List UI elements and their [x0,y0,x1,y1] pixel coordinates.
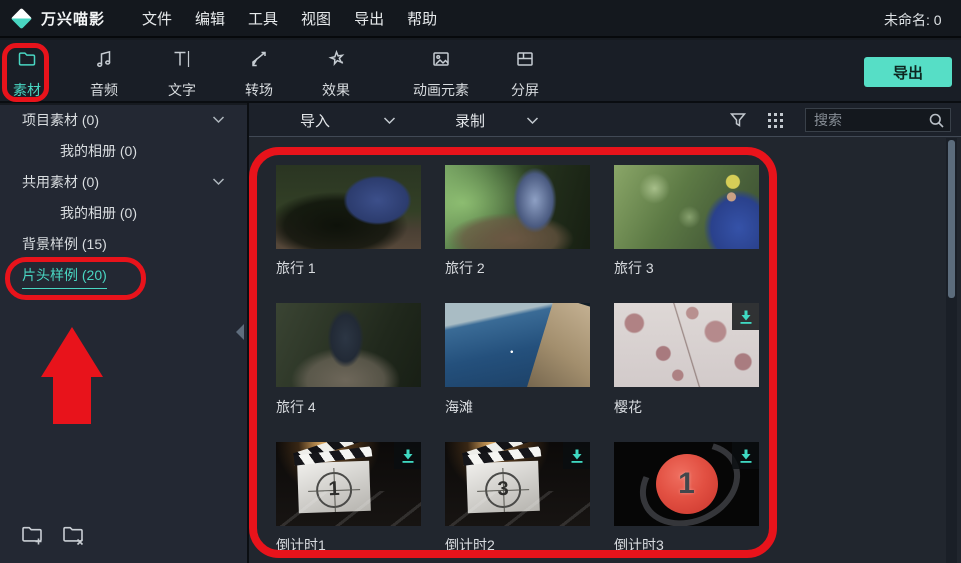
media-thumbnail-countdown-1[interactable]: 1 [276,442,421,526]
download-icon[interactable] [563,303,590,330]
tab-audio-label: 音频 [90,82,118,98]
tab-text-label: 文字 [168,82,196,98]
menu-bar: 文件 编辑 工具 视图 导出 帮助 [142,8,437,29]
download-icon[interactable] [394,442,421,469]
transition-icon [252,51,266,67]
search-box [805,108,951,132]
chevron-down-icon [383,117,396,125]
sidebar-item-shared-media[interactable]: 共用素材 (0) [0,167,247,198]
clapperboard-graphic: 3 [461,442,542,514]
record-dropdown[interactable]: 录制 [455,103,539,137]
thumbnail-label: 旅行 2 [445,260,485,276]
tab-elements[interactable]: 动画元素 [403,48,479,100]
music-note-icon [97,50,111,67]
folder-actions [20,523,88,547]
menu-export[interactable]: 导出 [354,8,384,29]
tab-split-screen-label: 分屏 [511,82,539,98]
chevron-down-icon [212,116,225,124]
split-screen-icon [517,52,533,66]
sidebar-item-background-samples[interactable]: 背景样例 (15) [0,229,247,260]
media-thumbnail-beach[interactable] [445,303,590,387]
sidebar-item-my-album-2[interactable]: 我的相册 (0) [0,198,247,229]
app-logo: 万兴喵影 [10,7,106,29]
app-name: 万兴喵影 [41,10,106,28]
record-label: 录制 [455,112,486,130]
thumbnail-label: 倒计时1 [276,537,326,553]
add-folder-icon[interactable] [20,523,47,547]
media-content-panel: 导入 录制 旅行 1 旅行 2 旅行 3 旅行 4 海滩 [247,103,961,563]
tab-text[interactable]: 文字 [155,48,209,100]
tab-split-screen[interactable]: 分屏 [498,48,552,100]
tab-media[interactable]: 素材 [3,48,51,100]
countdown-number: 3 [497,477,510,501]
filter-icon[interactable] [729,111,747,134]
effects-star-icon [328,49,345,66]
menu-edit[interactable]: 编辑 [195,8,225,29]
top-menu-bar: 万兴喵影 文件 编辑 工具 视图 导出 帮助 未命名: 0 [0,0,961,38]
scrollbar-track[interactable] [946,138,957,563]
app-logo-icon [10,7,33,29]
media-thumbnail-travel-1[interactable] [276,165,421,249]
chevron-down-icon [212,178,225,186]
tab-media-label: 素材 [13,82,41,98]
media-thumbnail-travel-3[interactable] [614,165,759,249]
media-thumbnail-travel-4[interactable] [276,303,421,387]
download-icon[interactable] [563,442,590,469]
thumbnail-label: 旅行 4 [276,399,316,415]
countdown-number: 1 [328,477,341,501]
media-thumbnail-countdown-3[interactable]: 1 [614,442,759,526]
thumbnail-label: 旅行 1 [276,260,316,276]
tab-effects[interactable]: 效果 [309,48,363,100]
sidebar-item-label: 共用素材 (0) [22,174,99,190]
download-icon[interactable] [732,303,759,330]
folder-icon [18,52,36,66]
sidebar-item-label: 我的相册 (0) [60,143,137,159]
sidebar-item-label: 我的相册 (0) [60,205,137,221]
tab-transitions[interactable]: 转场 [232,48,286,100]
media-thumbnail-sakura[interactable] [614,303,759,387]
countdown-circle-graphic: 1 [655,454,718,514]
sidebar-item-label: 背景样例 (15) [22,236,107,252]
tab-transitions-label: 转场 [245,82,273,98]
thumbnail-label: 倒计时2 [445,537,495,553]
text-icon [174,51,190,67]
grid-view-icon[interactable] [766,111,785,135]
tab-audio[interactable]: 音频 [77,48,131,100]
tab-effects-label: 效果 [322,82,350,98]
thumbnail-label: 倒计时3 [614,537,664,553]
sidebar-item-label: 项目素材 (0) [22,112,99,128]
tab-elements-label: 动画元素 [413,82,469,98]
project-title: 未命名: 0 [884,12,942,28]
media-library-sidebar: 项目素材 (0) 我的相册 (0) 共用素材 (0) 我的相册 (0) 背景样例… [0,105,247,563]
media-thumbnail-travel-2[interactable] [445,165,590,249]
sidebar-item-my-album-1[interactable]: 我的相册 (0) [0,136,247,167]
sidebar-item-project-media[interactable]: 项目素材 (0) [0,105,247,136]
menu-tools[interactable]: 工具 [248,8,278,29]
menu-help[interactable]: 帮助 [407,8,437,29]
collapse-panel-icon[interactable] [236,324,244,340]
menu-file[interactable]: 文件 [142,8,172,29]
content-header: 导入 录制 [249,103,961,137]
thumbnail-label: 樱花 [614,399,642,415]
import-dropdown[interactable]: 导入 [300,103,396,137]
thumbnail-label: 旅行 3 [614,260,654,276]
media-tab-bar: 素材 音频 文字 转场 效果 动画元素 分屏 [0,40,961,103]
export-button[interactable]: 导出 [864,57,952,87]
thumbnail-label: 海滩 [445,399,473,415]
sidebar-item-intro-samples[interactable]: 片头样例 (20) [0,260,247,291]
search-input[interactable] [806,112,928,128]
media-thumbnail-countdown-2[interactable]: 3 [445,442,590,526]
clapperboard-graphic: 1 [292,442,373,514]
menu-view[interactable]: 视图 [301,8,331,29]
search-icon[interactable] [928,112,945,129]
delete-folder-icon[interactable] [61,523,88,547]
import-label: 导入 [300,112,331,130]
sidebar-item-label: 片头样例 (20) [22,262,107,289]
countdown-number: 1 [678,467,695,500]
chevron-down-icon [526,117,539,125]
image-icon [433,52,449,66]
download-icon[interactable] [732,442,759,469]
scrollbar-thumb[interactable] [948,140,955,298]
